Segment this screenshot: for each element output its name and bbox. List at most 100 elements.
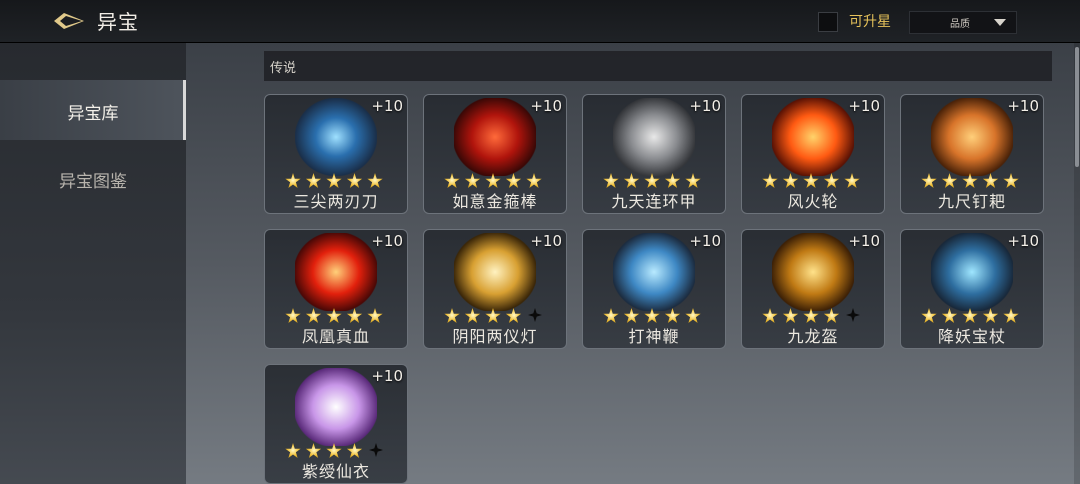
treasure-card[interactable]: +10 九龙盔 [741,229,885,349]
upgradeable-filter-checkbox[interactable] [818,12,838,32]
star-icon [346,308,363,324]
star-icon [823,308,840,324]
treasure-card[interactable]: +10 打神鞭 [582,229,726,349]
star-rating [444,173,547,189]
star-rating [603,308,706,324]
star-icon [941,308,958,324]
treasure-grid-panel: 传说 +10 三尖两刃刀 +10 如意金箍棒 +10 九天连环甲 +10 风火轮… [186,43,1080,484]
star-icon [921,173,937,189]
sidebar-item-treasure-codex[interactable]: 异宝图鉴 [0,147,186,207]
treasure-name: 风火轮 [787,192,839,211]
star-icon [962,308,978,324]
treasure-name: 降妖宝杖 [937,327,1006,346]
star-icon [782,308,799,324]
enhance-level: +10 [1007,97,1039,115]
star-icon [346,443,363,459]
sidebar-item-label: 异宝图鉴 [59,172,127,192]
star-icon [685,173,701,189]
rake-icon [931,98,1013,176]
dark-star-icon [369,443,383,457]
star-icon [285,443,301,459]
sidebar-item-label: 异宝库 [67,104,119,124]
upgradeable-filter-label[interactable]: 可升星 [849,11,891,31]
star-icon [762,173,778,189]
back-arrow-icon[interactable] [52,9,86,33]
star-icon [444,173,460,189]
section-header: 传说 [264,51,1052,81]
enhance-level: +10 [689,232,721,250]
star-icon [644,173,660,189]
treasure-name: 凤凰真血 [301,327,370,346]
star-rating [285,443,383,459]
star-rating [285,173,388,189]
star-icon [623,308,640,324]
treasure-card[interactable]: +10 风火轮 [741,94,885,214]
sidebar-item-treasure-vault[interactable]: 异宝库 [0,80,186,140]
star-icon [305,308,322,324]
treasure-card[interactable]: +10 降妖宝杖 [900,229,1044,349]
star-icon [367,308,383,324]
enhance-level: +10 [1007,232,1039,250]
star-icon [664,173,681,189]
treasure-name: 九龙盔 [787,327,839,346]
treasure-name: 九尺钉耙 [937,192,1006,211]
star-icon [962,173,978,189]
star-icon [921,308,937,324]
star-icon [1003,173,1019,189]
treasure-name: 九天连环甲 [611,192,697,211]
star-icon [305,443,322,459]
star-icon [803,308,819,324]
star-icon [285,173,301,189]
chevron-down-icon [994,19,1006,26]
star-icon [941,173,958,189]
treasure-card[interactable]: +10 阴阳两仪灯 [423,229,567,349]
star-icon [844,173,860,189]
enhance-level: +10 [689,97,721,115]
dark-star-icon [528,308,542,322]
divine-whip-icon [613,233,695,311]
treasure-name: 紫绶仙衣 [301,462,370,481]
star-icon [644,308,660,324]
star-icon [982,308,999,324]
treasure-card[interactable]: +10 三尖两刃刀 [264,94,408,214]
treasure-card[interactable]: +10 九尺钉耙 [900,94,1044,214]
star-rating [285,308,388,324]
quality-filter-label: 品质 [950,19,970,30]
star-icon [685,308,701,324]
sidebar: 异宝库 异宝图鉴 [0,43,186,484]
golden-staff-icon [454,98,536,176]
scrollbar[interactable] [1074,43,1080,484]
demon-staff-icon [931,233,1013,311]
star-icon [326,173,342,189]
star-rating [444,308,542,324]
star-icon [603,173,619,189]
treasure-card[interactable]: +10 九天连环甲 [582,94,726,214]
quality-filter-dropdown[interactable]: 品质 [909,11,1017,34]
star-icon [505,173,522,189]
star-rating [921,173,1024,189]
star-icon [803,173,819,189]
star-icon [526,173,542,189]
scrollbar-thumb[interactable] [1075,47,1079,167]
star-rating [921,308,1024,324]
star-icon [1003,308,1019,324]
star-icon [285,308,301,324]
enhance-level: +10 [848,232,880,250]
star-icon [664,308,681,324]
star-icon [444,308,460,324]
section-label: 传说 [270,61,297,76]
enhance-level: +10 [371,97,403,115]
trident-blade-icon [295,98,377,176]
star-icon [326,443,342,459]
treasure-card[interactable]: +10 凤凰真血 [264,229,408,349]
star-icon [326,308,342,324]
armor-icon [613,98,695,176]
treasure-card[interactable]: +10 如意金箍棒 [423,94,567,214]
star-icon [464,173,481,189]
treasure-card[interactable]: +10 紫绶仙衣 [264,364,408,484]
dragon-helmet-icon [772,233,854,311]
treasure-name: 打神鞭 [628,327,680,346]
enhance-level: +10 [530,97,562,115]
treasure-name: 三尖两刃刀 [293,192,379,211]
star-icon [603,308,619,324]
